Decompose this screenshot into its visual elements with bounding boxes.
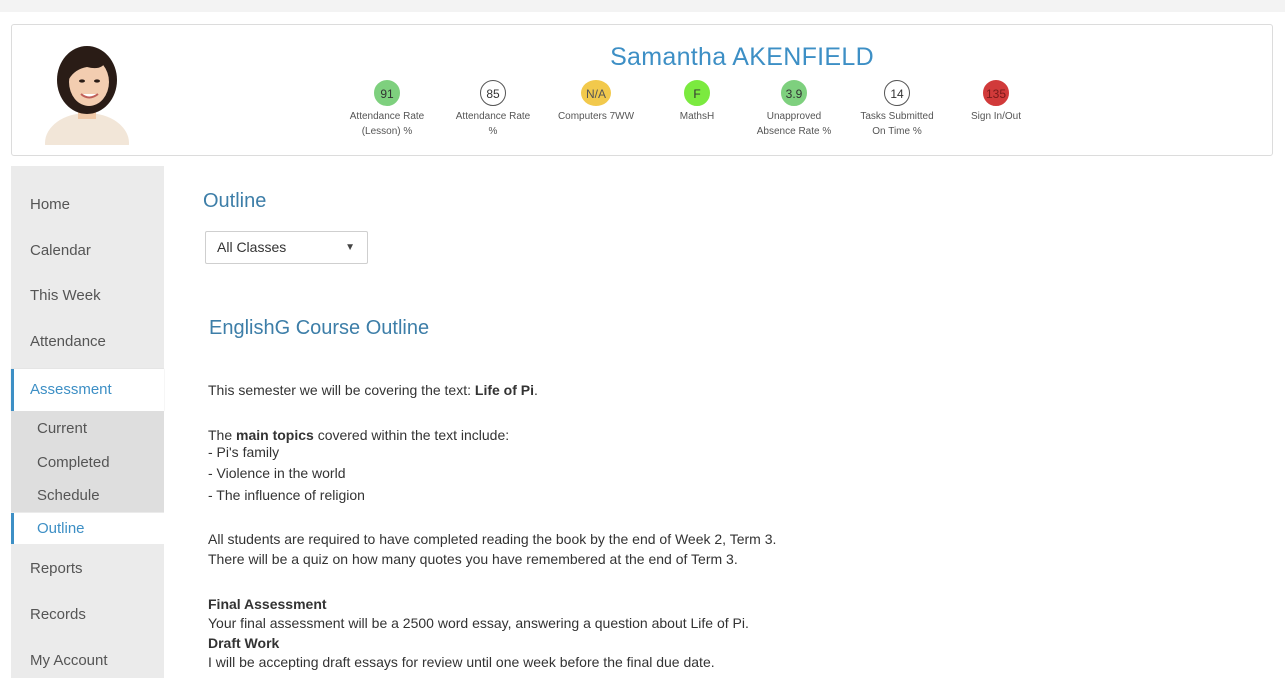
chevron-down-icon: ▼ xyxy=(345,242,355,253)
metric-label: (Lesson) % xyxy=(361,126,413,137)
page-title: Outline xyxy=(203,190,267,212)
metric-badge: N/A xyxy=(581,80,611,106)
topics-suffix: covered within the text include: xyxy=(313,427,510,443)
metric-label: Sign In/Out xyxy=(970,111,1022,122)
draft-work-text: I will be accepting draft essays for rev… xyxy=(208,654,715,670)
intro-suffix: . xyxy=(534,382,538,398)
student-header: Samantha AKENFIELD 91 Attendance Rate (L… xyxy=(11,24,1273,156)
metric-computers[interactable]: N/A Computers 7WW xyxy=(542,80,650,124)
metric-label: Attendance Rate xyxy=(349,111,425,122)
topics-prefix: The xyxy=(208,427,237,443)
requirement-line: There will be a quiz on how many quotes … xyxy=(208,551,738,567)
class-select[interactable]: All Classes ▼ xyxy=(205,231,368,264)
topics-intro: The main topics covered within the text … xyxy=(208,427,509,443)
metric-attendance-rate[interactable]: 85 Attendance Rate % xyxy=(444,80,542,139)
metric-badge: 3.9 xyxy=(781,80,807,106)
intro-prefix: This semester we will be covering the te… xyxy=(208,382,475,398)
final-assessment-text: Your final assessment will be a 2500 wor… xyxy=(208,615,749,631)
metric-label: Attendance Rate xyxy=(455,111,531,122)
course-outline-title: EnglishG Course Outline xyxy=(209,317,430,339)
sidebar-subitem-outline[interactable]: Outline xyxy=(11,513,164,544)
metric-attendance-rate-lesson[interactable]: 91 Attendance Rate (Lesson) % xyxy=(342,80,432,139)
intro-text: This semester we will be covering the te… xyxy=(208,382,538,398)
metric-badge: 91 xyxy=(374,80,400,106)
metric-label: Unapproved xyxy=(766,111,822,122)
sidebar-item-records[interactable]: Records xyxy=(11,595,164,635)
requirement-line: All students are required to have comple… xyxy=(208,531,777,547)
metric-badge: 135 xyxy=(983,80,1009,106)
metric-badge: 85 xyxy=(480,80,506,106)
sidebar-item-this-week[interactable]: This Week xyxy=(11,276,164,316)
topics-bold: main topics xyxy=(236,427,314,443)
metric-badge: F xyxy=(684,80,710,106)
sidebar-subitem-completed[interactable]: Completed xyxy=(11,448,164,478)
topic-item: - Violence in the world xyxy=(208,465,346,481)
sidebar-item-home[interactable]: Home xyxy=(11,185,164,225)
metric-label: Absence Rate % xyxy=(756,126,832,137)
sidebar: Home Calendar This Week Attendance Asses… xyxy=(11,166,164,678)
sidebar-item-attendance[interactable]: Attendance xyxy=(11,322,164,362)
book-title: Life of Pi xyxy=(474,382,535,398)
metric-label: On Time % xyxy=(872,126,922,137)
sidebar-item-reports[interactable]: Reports xyxy=(11,549,164,589)
sidebar-item-calendar[interactable]: Calendar xyxy=(11,231,164,271)
assessment-submenu: Current Completed Schedule xyxy=(11,411,164,512)
class-select-value: All Classes xyxy=(217,239,287,255)
metric-tasks-submitted[interactable]: 14 Tasks Submitted On Time % xyxy=(847,80,947,139)
metric-label: % xyxy=(488,126,498,137)
top-bar xyxy=(0,0,1285,12)
sidebar-item-assessment[interactable]: Assessment xyxy=(11,369,164,411)
metric-label: MathsH xyxy=(679,111,715,122)
sidebar-subitem-current[interactable]: Current xyxy=(11,414,164,444)
metric-label: Tasks Submitted xyxy=(860,111,934,122)
metric-maths[interactable]: F MathsH xyxy=(662,80,732,124)
student-avatar xyxy=(42,35,132,145)
sidebar-item-my-account[interactable]: My Account xyxy=(11,641,164,681)
final-assessment-heading: Final Assessment xyxy=(208,596,327,612)
sidebar-subitem-schedule[interactable]: Schedule xyxy=(11,481,164,511)
topic-item: - Pi's family xyxy=(208,444,280,460)
metric-badge: 14 xyxy=(884,80,910,106)
student-name: Samantha AKENFIELD xyxy=(610,43,874,71)
metric-sign-in-out[interactable]: 135 Sign In/Out xyxy=(956,80,1036,124)
draft-work-heading: Draft Work xyxy=(208,635,280,651)
metric-unapproved-absence[interactable]: 3.9 Unapproved Absence Rate % xyxy=(744,80,844,139)
metric-label: Computers 7WW xyxy=(557,111,635,122)
topic-item: - The influence of religion xyxy=(208,487,365,503)
